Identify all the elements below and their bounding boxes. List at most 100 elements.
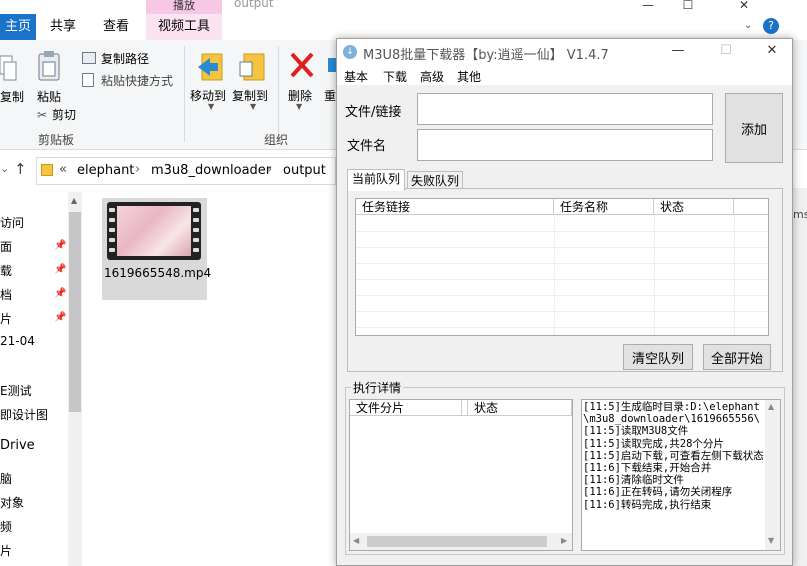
menu-advanced[interactable]: 高级 (420, 68, 444, 85)
film-sprocket (193, 248, 199, 252)
scroll-left-icon[interactable]: ◀ (353, 536, 359, 545)
sidebar-item-onedrive[interactable]: Drive (0, 438, 35, 453)
film-sprocket (109, 238, 115, 242)
paste-shortcut-button[interactable]: 粘贴快捷方式 (101, 72, 173, 89)
minimize-button[interactable]: — (663, 43, 693, 58)
col-filler (734, 199, 768, 215)
group-organize-label: 组织 (264, 133, 289, 147)
film-sprocket (193, 208, 199, 212)
up-arrow-icon[interactable]: ↑ (14, 160, 27, 178)
pin-icon: 📌 (54, 240, 67, 251)
sidebar-item[interactable]: 21-04 (0, 334, 35, 348)
download-icon: ↓ (343, 45, 357, 59)
tab-current-queue[interactable]: 当前队列 (347, 169, 405, 191)
tab-view[interactable]: 查看 (90, 14, 142, 40)
paste-icon[interactable] (37, 50, 61, 82)
group-clipboard-label: 剪贴板 (38, 133, 75, 147)
film-sprocket (193, 228, 199, 232)
sidebar-scroll-thumb[interactable] (69, 212, 81, 412)
breadcrumb-overflow[interactable]: « (59, 162, 67, 177)
move-to-icon[interactable] (196, 50, 224, 84)
address-bar[interactable]: « elephant › m3u8_downloader › output (36, 157, 336, 185)
sidebar-item[interactable]: 即设计图 (0, 406, 48, 423)
execution-details-label: 执行详情 (351, 379, 404, 396)
paste-button-label[interactable]: 粘贴 (37, 88, 61, 105)
file-name-input[interactable] (417, 129, 713, 161)
delete-icon[interactable] (288, 50, 316, 82)
add-button[interactable]: 添加 (725, 93, 783, 163)
sidebar-item[interactable]: 脑 (0, 470, 12, 487)
chunk-list-hscroll-thumb[interactable] (367, 536, 547, 547)
breadcrumb-elephant[interactable]: elephant (77, 163, 134, 178)
film-sprocket (193, 238, 199, 242)
grid-line (356, 327, 768, 328)
grid-line (356, 263, 768, 264)
log-scrollbar[interactable]: ▲ ▼ (765, 400, 780, 550)
film-sprocket (109, 248, 115, 252)
copy-path-button[interactable]: 复制路径 (101, 50, 149, 67)
scroll-up-icon[interactable]: ▲ (768, 402, 774, 411)
copy-button-label[interactable]: 复制 (0, 88, 24, 105)
file-link-input[interactable] (417, 93, 713, 125)
chunk-list[interactable]: 文件分片 状态 (349, 399, 573, 551)
breadcrumb-separator: › (135, 162, 141, 177)
sidebar-item[interactable]: 档 (0, 286, 12, 303)
close-button[interactable]: ✕ (757, 43, 787, 58)
chevron-down-icon[interactable]: ⌄ (0, 162, 9, 175)
menu-other[interactable]: 其他 (457, 68, 481, 85)
sidebar-item[interactable]: 片 (0, 542, 12, 559)
grid-line (356, 311, 768, 312)
menu-basic[interactable]: 基本 (344, 68, 368, 85)
sidebar-item[interactable]: 面 (0, 238, 12, 255)
close-button[interactable]: ✕ (724, 0, 764, 14)
log-text: [11:5]生成临时目录:D:\elephant\m3u8_downloader… (583, 401, 764, 511)
scissors-icon: ✂ (37, 108, 48, 122)
col-file-chunk[interactable]: 文件分片 (350, 400, 462, 416)
col-status[interactable]: 状态 (654, 199, 734, 215)
copy-icon[interactable] (0, 54, 18, 84)
scroll-up-icon[interactable]: ▲ (71, 196, 77, 205)
sidebar-item[interactable]: 访问 (0, 214, 24, 231)
clear-queue-button[interactable]: 清空队列 (623, 344, 693, 370)
rename-button[interactable]: 重 (324, 87, 336, 104)
queue-list[interactable]: 任务链接 任务名称 状态 (355, 198, 769, 336)
sidebar-item[interactable]: 频 (0, 518, 12, 535)
tab-video-tools[interactable]: 视频工具 (146, 14, 222, 40)
grid-line (654, 215, 655, 335)
sidebar-item[interactable]: 载 (0, 262, 12, 279)
col-task-link[interactable]: 任务链接 (356, 199, 554, 215)
sidebar-item[interactable]: E测试 (0, 382, 32, 399)
scroll-down-icon[interactable]: ▼ (768, 536, 774, 545)
menu-download[interactable]: 下载 (383, 68, 407, 85)
sidebar-item[interactable]: 片 (0, 310, 12, 327)
dropdown-arrow-icon: ▼ (296, 102, 303, 111)
explorer-title-bar: output — ☐ ✕ (0, 0, 807, 14)
breadcrumb-output[interactable]: output (283, 163, 326, 178)
breadcrumb-m3u8-downloader[interactable]: m3u8_downloader (151, 163, 271, 178)
copy-to-icon[interactable] (238, 50, 266, 84)
film-sprocket (109, 228, 115, 232)
tab-home[interactable]: 主页 (0, 14, 36, 40)
context-tab-play[interactable]: 播放 (146, 0, 222, 14)
col-task-name[interactable]: 任务名称 (554, 199, 654, 215)
tab-share[interactable]: 共享 (40, 14, 86, 40)
cut-button[interactable]: 剪切 (52, 106, 76, 123)
col-chunk-status[interactable]: 状态 (468, 400, 572, 416)
scroll-right-icon[interactable]: ▶ (561, 536, 567, 545)
window-title: output (234, 0, 274, 10)
help-icon[interactable]: ? (763, 18, 779, 34)
maximize-button[interactable]: ☐ (668, 0, 708, 14)
film-sprocket (193, 218, 199, 222)
sidebar-item[interactable]: 对象 (0, 494, 24, 511)
maximize-button[interactable]: ☐ (711, 43, 741, 58)
start-all-button[interactable]: 全部开始 (703, 344, 771, 370)
film-sprocket (109, 218, 115, 222)
dropdown-arrow-icon: ▼ (250, 102, 257, 111)
chevron-down-icon[interactable]: ⌄ (744, 20, 752, 31)
file-name-label: 1619665548.mp4 (104, 266, 212, 280)
minimize-button[interactable]: — (628, 0, 668, 14)
grid-line (356, 247, 768, 248)
file-link-label: 文件/链接 (345, 105, 402, 120)
grid-line (356, 279, 768, 280)
pin-icon: 📌 (54, 312, 67, 323)
